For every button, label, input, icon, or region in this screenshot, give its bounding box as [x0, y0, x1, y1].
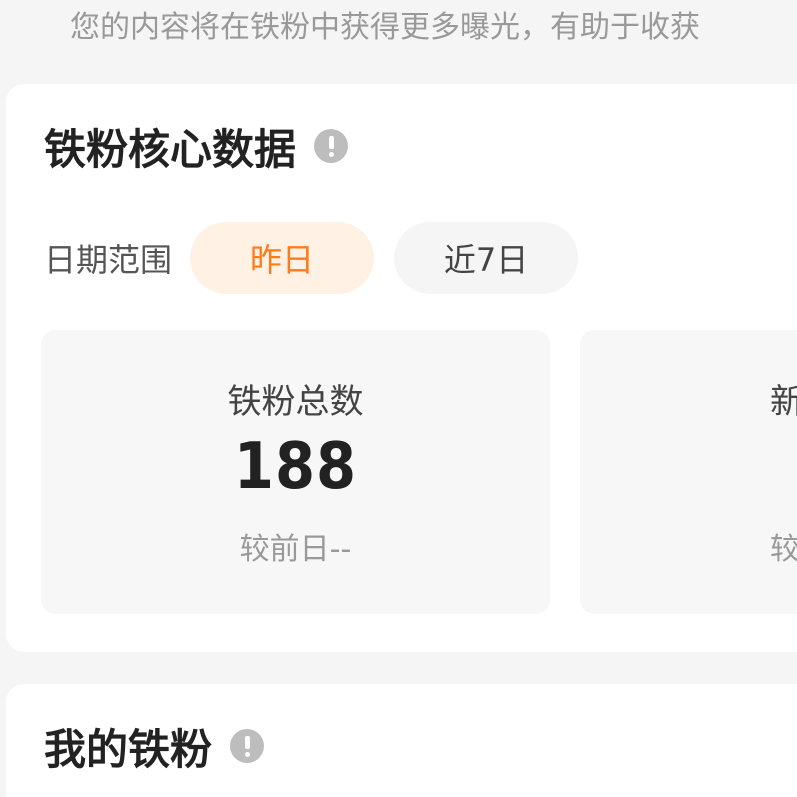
range-chip-last-7-days[interactable]: 近7日	[394, 222, 579, 294]
stat-label: 新增	[770, 382, 797, 422]
stat-card-new-fans: 新增 较	[580, 330, 797, 614]
my-fans-card: 我的铁粉	[6, 684, 797, 797]
my-fans-title: 我的铁粉	[44, 724, 213, 774]
date-range-label: 日期范围	[44, 241, 173, 279]
stat-label: 铁粉总数	[227, 382, 364, 422]
stat-compare: 较	[770, 532, 797, 567]
stat-compare: 较前日--	[239, 532, 352, 567]
info-icon[interactable]	[230, 729, 265, 763]
core-data-header: 铁粉核心数据	[44, 120, 349, 174]
screen: 您的内容将在铁粉中获得更多曝光，有助于收获 铁粉核心数据 日期范围 昨日 近7日…	[0, 0, 797, 797]
range-chip-yesterday[interactable]: 昨日	[190, 222, 375, 294]
stat-value: 188	[233, 430, 358, 504]
core-data-title: 铁粉核心数据	[44, 124, 297, 174]
intro-text: 您的内容将在铁粉中获得更多曝光，有助于收获	[70, 10, 700, 45]
info-icon[interactable]	[314, 129, 349, 163]
stat-card-total-fans: 铁粉总数 188 较前日--	[41, 330, 550, 614]
date-range-selector: 日期范围 昨日 近7日	[44, 222, 579, 294]
core-data-card: 铁粉核心数据 日期范围 昨日 近7日 铁粉总数 188 较前日-- 新增 较	[6, 84, 797, 652]
my-fans-header: 我的铁粉	[44, 720, 265, 774]
